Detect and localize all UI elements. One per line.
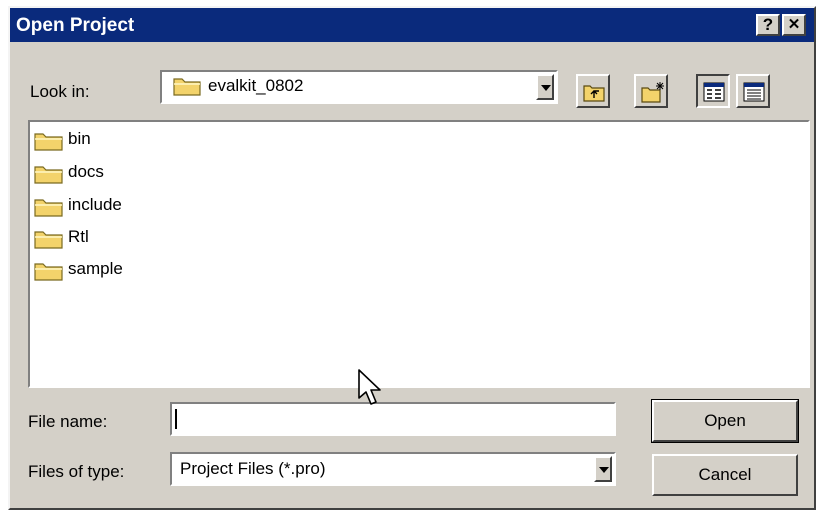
help-icon: ? [762, 15, 774, 34]
file-name: bin [68, 129, 91, 148]
file-name: Rtl [68, 227, 89, 246]
dialog-title: Open Project [16, 15, 135, 36]
mouse-pointer-icon [358, 369, 381, 405]
files-of-type-dropdown-button[interactable] [594, 456, 612, 482]
cancel-button[interactable]: Cancel [652, 454, 798, 496]
text-caret [175, 409, 177, 429]
details-view-button[interactable] [736, 74, 770, 108]
look-in-label: Look in: [30, 82, 90, 101]
look-in-dropdown-button[interactable] [536, 74, 554, 100]
folder-icon [34, 263, 63, 281]
folder-icon [173, 78, 201, 96]
title-bar[interactable]: Open Project ? ✕ [10, 8, 814, 42]
file-name: docs [68, 162, 104, 181]
look-in-combo[interactable]: evalkit_0802 [160, 70, 558, 104]
file-name: sample [68, 259, 123, 278]
open-project-dialog: Open Project ? ✕ Look in: evalkit_0802 b… [8, 6, 816, 510]
open-button-label: Open [704, 411, 746, 430]
folder-icon [34, 199, 63, 217]
details-view-icon [743, 82, 765, 102]
folder-icon [34, 166, 63, 184]
list-view-icon [703, 82, 725, 102]
cancel-button-label: Cancel [698, 465, 752, 484]
folder-icon [34, 231, 63, 249]
files-of-type-value: Project Files (*.pro) [180, 459, 326, 478]
list-view-button[interactable] [696, 74, 730, 108]
file-name: include [68, 195, 122, 214]
file-list[interactable]: bin docs include Rtl sample [28, 120, 810, 388]
close-icon: ✕ [787, 16, 801, 33]
help-button[interactable]: ? [756, 14, 780, 36]
file-name-input[interactable] [170, 402, 616, 436]
folder-icon [34, 133, 63, 151]
look-in-value: evalkit_0802 [208, 76, 304, 95]
file-name-label: File name: [28, 412, 108, 431]
close-button[interactable]: ✕ [782, 14, 806, 36]
up-one-level-icon [583, 85, 605, 102]
new-folder-icon [641, 82, 664, 103]
new-folder-button[interactable] [634, 74, 668, 108]
open-button[interactable]: Open [651, 399, 799, 443]
files-of-type-label: Files of type: [28, 462, 125, 481]
up-one-level-button[interactable] [576, 74, 610, 108]
files-of-type-combo[interactable]: Project Files (*.pro) [170, 452, 616, 486]
